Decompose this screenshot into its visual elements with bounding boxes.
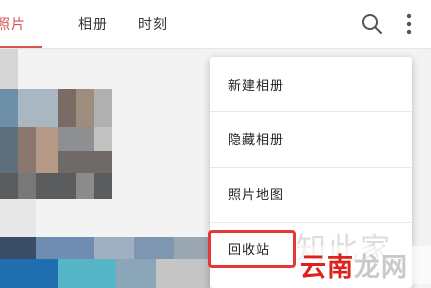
photo-thumbnail[interactable] (134, 237, 174, 259)
photo-thumbnail[interactable] (0, 259, 58, 288)
tab-photos[interactable]: 照片 (0, 14, 26, 34)
tab-moments[interactable]: 时刻 (138, 14, 168, 34)
photo-thumbnail[interactable] (76, 89, 94, 127)
menu-item-new-album[interactable]: 新建相册 (228, 75, 284, 94)
photo-thumbnail[interactable] (156, 259, 210, 288)
photo-thumbnail[interactable] (58, 151, 112, 173)
search-icon[interactable] (358, 10, 386, 38)
recycle-bin-highlight-box (208, 230, 296, 268)
menu-divider (210, 167, 412, 168)
photo-thumbnail[interactable] (0, 237, 36, 259)
photo-thumbnail[interactable] (58, 89, 76, 127)
photo-thumbnail[interactable] (94, 237, 134, 259)
photo-thumbnail[interactable] (94, 89, 112, 127)
photo-thumbnail[interactable] (18, 173, 36, 199)
menu-item-hidden-albums[interactable]: 隐藏相册 (228, 129, 284, 148)
photo-thumbnail[interactable] (0, 199, 36, 239)
photo-thumbnail[interactable] (0, 173, 112, 199)
photo-thumbnail[interactable] (0, 127, 18, 173)
watermark-logo: 云南 龙网 (296, 246, 431, 284)
menu-divider (210, 111, 412, 112)
photo-thumbnail[interactable] (36, 127, 58, 173)
more-vert-icon[interactable] (395, 10, 423, 38)
photo-thumbnail[interactable] (174, 237, 210, 259)
photo-thumbnail[interactable] (18, 127, 36, 173)
photo-thumbnail[interactable] (58, 259, 116, 288)
photo-thumbnail[interactable] (18, 89, 58, 127)
photo-thumbnail[interactable] (36, 237, 94, 259)
watermark-gray-text: 龙网 (354, 253, 409, 283)
menu-item-photo-map[interactable]: 照片地图 (228, 184, 284, 203)
watermark-red-text: 云南 (300, 253, 355, 283)
active-tab-indicator (0, 46, 42, 48)
photo-thumbnail[interactable] (76, 173, 94, 199)
top-app-bar: 照片 相册 时刻 (0, 0, 431, 49)
photo-thumbnail[interactable] (58, 127, 94, 151)
photo-thumbnail[interactable] (94, 127, 112, 151)
photo-thumbnail[interactable] (116, 259, 156, 288)
menu-divider (210, 222, 412, 223)
tab-albums[interactable]: 相册 (78, 14, 108, 34)
